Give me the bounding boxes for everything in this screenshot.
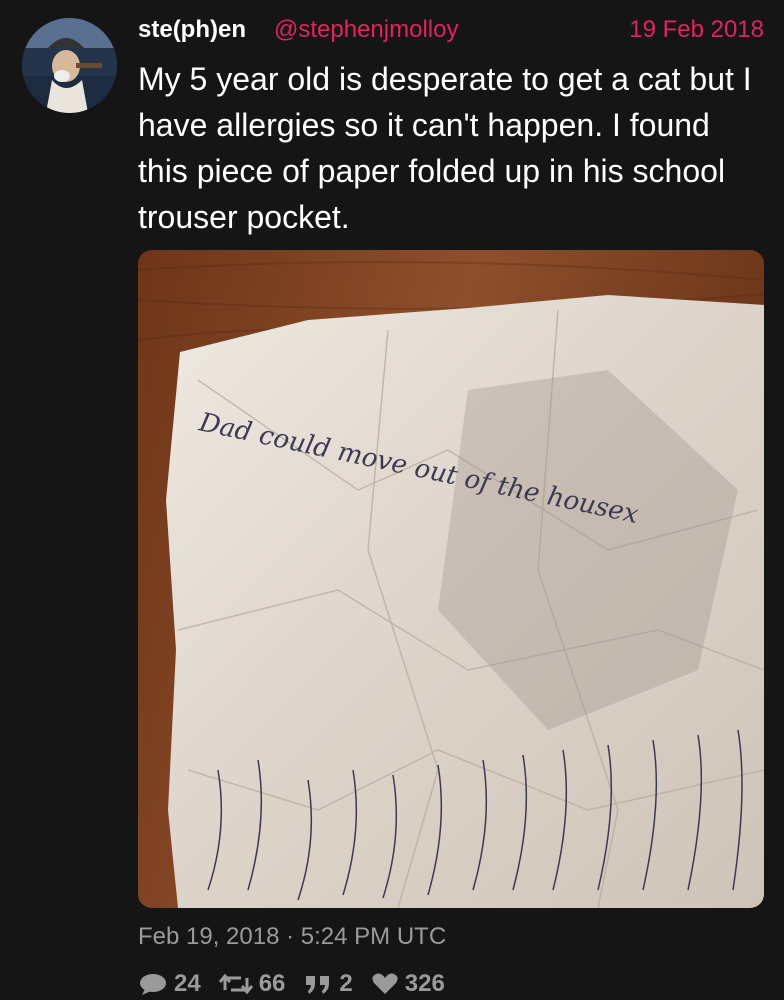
reply-icon — [140, 974, 166, 995]
tweet-timestamp[interactable]: Feb 19, 2018 · 5:24 PM UTC — [138, 921, 446, 953]
like-button[interactable]: 326 — [371, 970, 445, 998]
tweet-header: ste(ph)en @stephenjmolloy 19 Feb 2018 — [138, 14, 764, 46]
tweet-image[interactable]: Dad could move out of the housex — [138, 250, 764, 908]
quote-button[interactable]: 2 — [303, 970, 353, 998]
tweet-date[interactable]: 19 Feb 2018 — [629, 14, 764, 46]
tweet-text: My 5 year old is desperate to get a cat … — [138, 61, 752, 235]
like-count: 326 — [404, 970, 445, 997]
retweet-count: 66 — [258, 970, 286, 997]
retweet-icon — [218, 973, 253, 995]
tweet-actions: 24 66 2 326 — [138, 968, 463, 1000]
reply-button[interactable]: 24 — [138, 970, 201, 998]
retweet-button[interactable]: 66 — [218, 970, 286, 998]
reply-count: 24 — [174, 970, 201, 997]
user-handle[interactable]: @stephenjmolloy — [274, 14, 458, 46]
display-name[interactable]: ste(ph)en — [138, 14, 246, 46]
avatar[interactable] — [22, 18, 117, 113]
quote-count: 2 — [339, 970, 353, 997]
quote-icon — [306, 976, 330, 994]
heart-icon — [372, 973, 398, 994]
